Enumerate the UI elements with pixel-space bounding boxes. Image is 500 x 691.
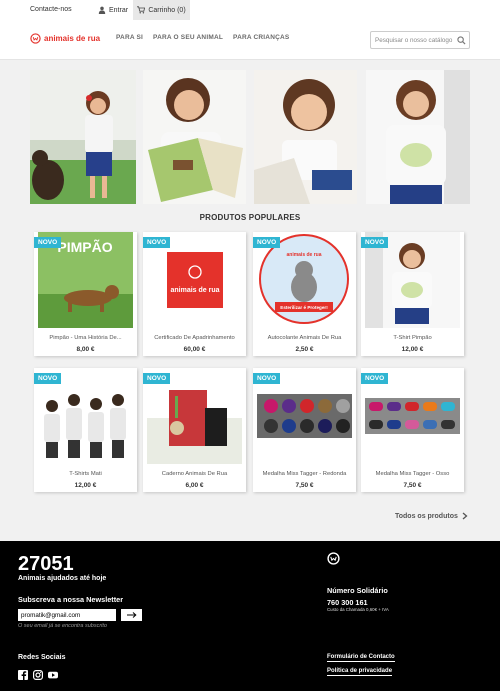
privacy-policy-link[interactable]: Política de privacidade: [327, 668, 393, 676]
new-badge: NOVO: [361, 237, 389, 248]
product-name[interactable]: T-Shirts Mati: [34, 471, 137, 477]
cart-link[interactable]: Carrinho (0): [133, 0, 190, 20]
all-products-link[interactable]: Todos os produtos: [395, 512, 468, 520]
solidarity-number: 760 300 161: [327, 598, 368, 607]
solidarity-number-title: Número Solidário: [327, 586, 388, 595]
product-name[interactable]: Autocolante Animais De Rua: [253, 335, 356, 341]
certificate-logo-text: animais de rua: [170, 287, 219, 294]
newsletter-email-input[interactable]: [18, 609, 116, 621]
product-card[interactable]: animais de rua Esterilizar é Proteger! N…: [253, 232, 356, 356]
product-name[interactable]: Caderno Animais De Rua: [143, 471, 246, 477]
animals-helped-label: Animais ajudados até hoje: [18, 575, 107, 582]
chevron-right-icon: [462, 512, 468, 520]
banner-photo-girl-dog[interactable]: [30, 70, 136, 204]
banner-photo-girl-tshirt[interactable]: [366, 70, 470, 204]
site-logo[interactable]: animais de rua: [30, 33, 100, 44]
product-price: 60,00 €: [183, 346, 206, 353]
contact-link[interactable]: Contacte-nos: [30, 6, 72, 13]
top-nav: Contacte-nos Entrar Carrinho (0): [0, 0, 500, 20]
search-input[interactable]: [375, 35, 455, 46]
user-icon: [98, 6, 106, 14]
new-badge: NOVO: [143, 373, 171, 384]
new-badge: NOVO: [253, 237, 281, 248]
product-price: 6,00 €: [185, 482, 204, 489]
sticker-banner-text: Esterilizar é Proteger!: [280, 305, 328, 310]
new-badge: NOVO: [34, 373, 62, 384]
menu-item-para-si[interactable]: PARA SI: [116, 34, 143, 41]
youtube-icon[interactable]: [48, 670, 58, 680]
instagram-icon[interactable]: [33, 670, 43, 680]
facebook-icon[interactable]: [18, 670, 28, 680]
book-cover-title: PIMPÃO: [57, 238, 112, 255]
site-header: animais de rua PARA SI PARA O SEU ANIMAL…: [0, 20, 500, 60]
product-name[interactable]: Pimpão - Uma História De...: [34, 335, 137, 341]
newsletter-submit-button[interactable]: [121, 609, 142, 621]
product-price: 12,00 €: [74, 482, 97, 489]
login-label: Entrar: [109, 6, 129, 14]
new-badge: NOVO: [143, 237, 171, 248]
product-name[interactable]: Certificado De Apadrinhamento: [143, 335, 246, 341]
paw-logo-icon: [327, 552, 340, 565]
product-name[interactable]: Medalha Miss Tagger - Redonda: [253, 471, 356, 477]
banner-photo-girl-reading[interactable]: [254, 70, 357, 204]
product-price: 12,00 €: [401, 346, 424, 353]
product-name[interactable]: Medalha Miss Tagger - Osso: [361, 471, 464, 477]
newsletter-title: Subscreva a nossa Newsletter: [18, 595, 124, 604]
banner-photo-girl-book[interactable]: [143, 70, 246, 204]
menu-item-para-criancas[interactable]: PARA CRIANÇAS: [233, 34, 289, 41]
product-price: 2,50 €: [295, 346, 314, 353]
logo-text: animais de rua: [44, 34, 101, 43]
contact-form-link[interactable]: Formulário de Contacto: [327, 654, 395, 662]
social-title: Redes Sociais: [18, 654, 66, 661]
product-price: 7,50 €: [295, 482, 314, 489]
product-card[interactable]: NOVO T-Shirt Pimpão 12,00 €: [361, 232, 464, 356]
product-card[interactable]: NOVO Medalha Miss Tagger - Redonda 7,50 …: [253, 368, 356, 492]
animals-helped-count: 27051: [18, 553, 74, 575]
product-card[interactable]: PIMPÃO NOVO Pimpão - Uma História De... …: [34, 232, 137, 356]
social-links: [18, 670, 58, 680]
new-badge: NOVO: [253, 373, 281, 384]
product-card[interactable]: NOVO Medalha Miss Tagger - Osso 7,50 €: [361, 368, 464, 492]
section-title: PRODUTOS POPULARES: [199, 213, 301, 222]
cart-label: Carrinho (0): [148, 6, 186, 14]
search-box: [370, 31, 470, 49]
login-link[interactable]: Entrar: [98, 6, 128, 14]
product-card[interactable]: NOVO T-Shirts Mati 12,00 €: [34, 368, 137, 492]
product-price: 7,50 €: [403, 482, 422, 489]
product-card[interactable]: NOVO Caderno Animais De Rua 6,00 €: [143, 368, 246, 492]
all-products-label: Todos os produtos: [395, 512, 458, 520]
cart-icon: [137, 6, 146, 14]
main-menu: PARA SI PARA O SEU ANIMAL PARA CRIANÇAS: [116, 34, 289, 41]
newsletter-note: O seu email já se encontra subscrito: [18, 623, 107, 629]
new-badge: NOVO: [361, 373, 389, 384]
solidarity-number-note: Custo da Chamada 0,60€ + IVA: [327, 607, 389, 612]
product-name[interactable]: T-Shirt Pimpão: [361, 335, 464, 341]
product-price: 8,00 €: [76, 346, 95, 353]
search-icon[interactable]: [457, 36, 466, 45]
new-badge: NOVO: [34, 237, 62, 248]
arrow-right-icon: [126, 612, 137, 618]
paw-logo-icon: [30, 33, 41, 44]
menu-item-para-o-seu-animal[interactable]: PARA O SEU ANIMAL: [153, 34, 223, 41]
sticker-top-text: animais de rua: [286, 252, 321, 258]
site-footer: 27051 Animais ajudados até hoje Subscrev…: [0, 541, 500, 691]
product-card[interactable]: animais de rua NOVO Certificado De Apadr…: [143, 232, 246, 356]
